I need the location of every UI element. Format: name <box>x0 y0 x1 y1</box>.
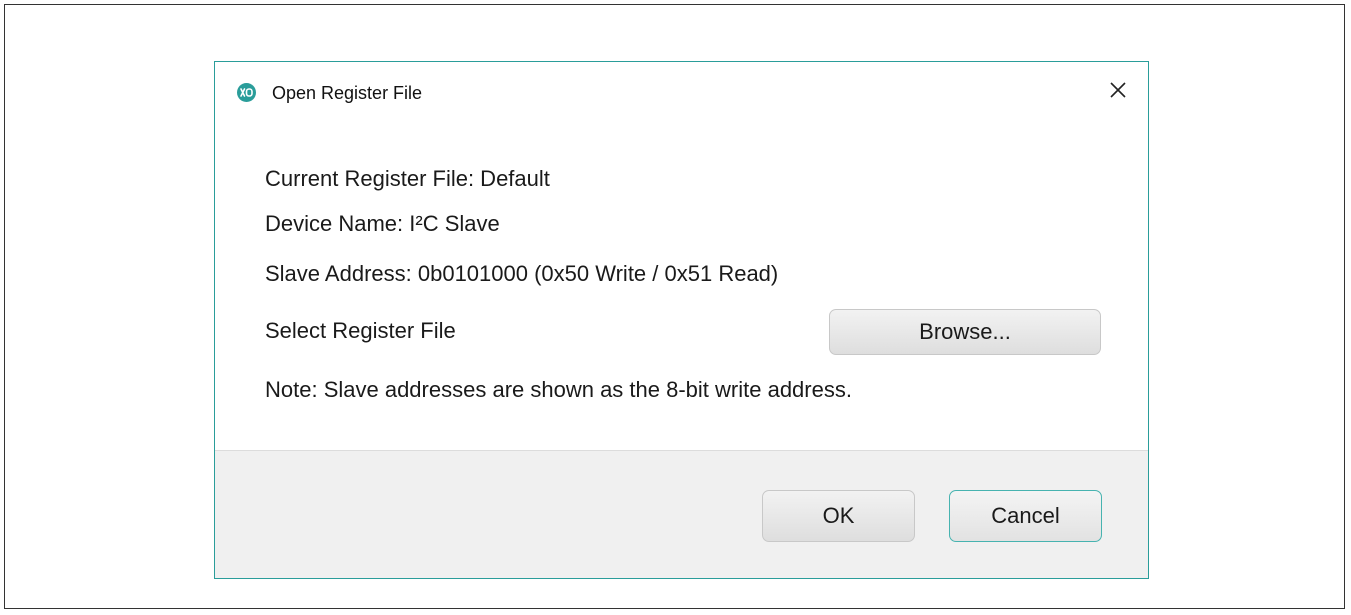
dialog-titlebar: Open Register File <box>215 62 1148 122</box>
close-button[interactable] <box>1098 72 1138 112</box>
device-name-label: Device Name: I²C Slave <box>265 211 500 236</box>
cancel-button[interactable]: Cancel <box>949 490 1102 542</box>
current-register-file-label: Current Register File: Default <box>265 166 550 191</box>
slave-address-label: Slave Address: 0b0101000 (0x50 Write / 0… <box>265 261 779 286</box>
ok-button[interactable]: OK <box>762 490 915 542</box>
note-text: Note: Slave addresses are shown as the 8… <box>265 377 852 402</box>
dialog-footer: OK Cancel <box>215 450 1148 578</box>
close-icon <box>1109 81 1127 104</box>
maxim-logo-icon <box>237 83 256 102</box>
select-register-file-label: Select Register File <box>265 318 456 343</box>
browse-button[interactable]: Browse... <box>829 309 1101 355</box>
open-register-file-dialog: Open Register File Current Register File… <box>214 61 1149 579</box>
dialog-title: Open Register File <box>272 83 423 103</box>
figure-frame: Open Register File Current Register File… <box>4 4 1345 609</box>
